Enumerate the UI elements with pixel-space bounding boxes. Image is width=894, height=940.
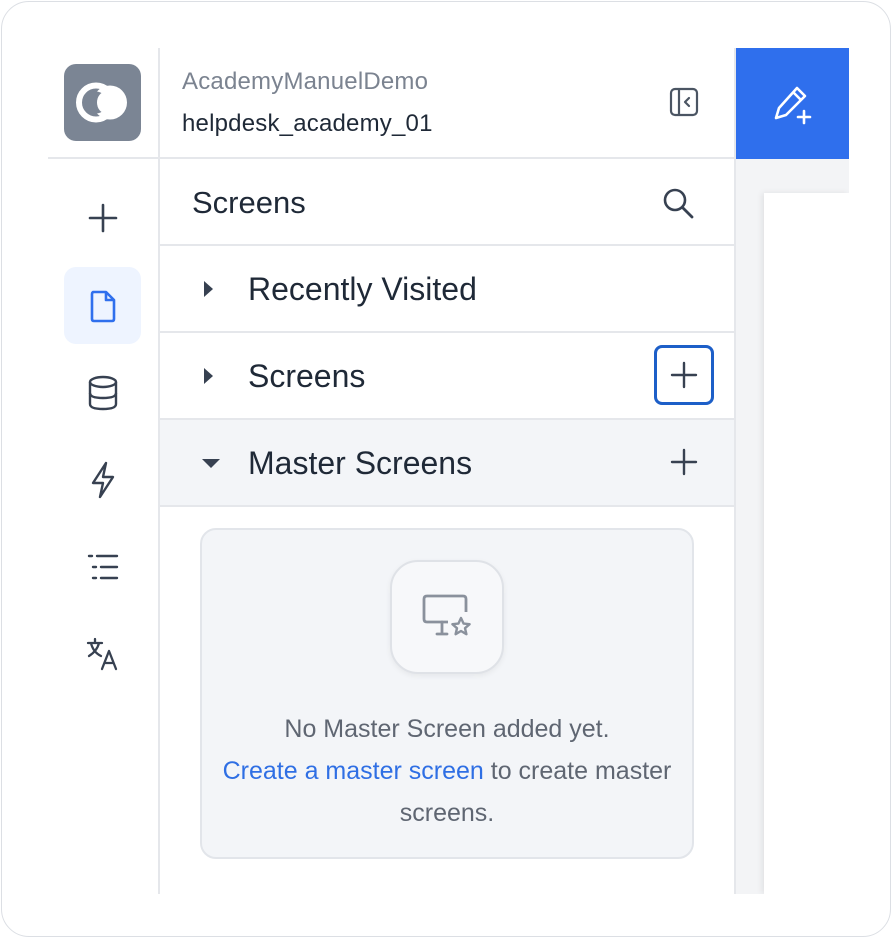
left-rail <box>48 48 160 894</box>
canvas-page <box>764 193 849 894</box>
empty-state-text: No Master Screen added yet. Create a mas… <box>202 708 692 834</box>
empty-state-icon-tile <box>390 560 504 674</box>
search-icon <box>663 188 694 219</box>
app-window: AcademyManuelDemo helpdesk_academy_01 Sc… <box>48 48 849 894</box>
lightning-icon <box>91 461 114 498</box>
org-name: AcademyManuelDemo <box>182 68 429 95</box>
list-icon <box>87 554 118 579</box>
rail-list-button[interactable] <box>64 528 141 605</box>
app-name: helpdesk_academy_01 <box>182 110 433 137</box>
collapse-sidebar-button[interactable] <box>668 86 700 118</box>
rail-screens-button[interactable] <box>64 267 141 344</box>
sidebar-collapse-icon <box>669 87 699 117</box>
app-logo[interactable] <box>64 64 141 141</box>
caret-right-icon <box>204 368 213 384</box>
window-frame: AcademyManuelDemo helpdesk_academy_01 Sc… <box>1 1 891 937</box>
edit-add-button[interactable] <box>736 48 849 159</box>
add-master-screen-button[interactable] <box>654 432 714 492</box>
panel-title: Screens <box>192 185 306 220</box>
rail-actions-button[interactable] <box>64 441 141 518</box>
create-master-screen-link[interactable]: Create a master screen <box>223 757 484 785</box>
file-icon <box>90 290 115 322</box>
section-master-screens[interactable]: Master Screens <box>160 420 734 507</box>
plus-icon <box>670 361 698 389</box>
rail-translate-button[interactable] <box>64 615 141 692</box>
monitor-star-icon <box>422 594 471 636</box>
rail-database-button[interactable] <box>64 354 141 431</box>
edit-plus-icon <box>774 86 811 124</box>
panel-title-row: Screens <box>160 159 734 246</box>
section-label: Screens <box>248 358 366 394</box>
translate-icon <box>86 637 117 670</box>
database-icon <box>88 375 117 410</box>
canvas-area <box>736 48 849 894</box>
caret-right-icon <box>204 281 213 297</box>
caret-down-icon <box>202 459 220 468</box>
rail-add-button[interactable] <box>64 179 141 256</box>
section-label: Master Screens <box>248 445 473 481</box>
plus-icon <box>670 448 698 476</box>
rail-header <box>48 48 160 159</box>
section-label: Recently Visited <box>248 271 477 307</box>
plus-icon <box>88 203 117 232</box>
project-header: AcademyManuelDemo helpdesk_academy_01 <box>160 48 734 159</box>
search-button[interactable] <box>660 185 696 221</box>
empty-state-card: No Master Screen added yet. Create a mas… <box>200 528 694 859</box>
section-recently-visited[interactable]: Recently Visited <box>160 246 734 333</box>
add-screen-button[interactable] <box>654 345 714 405</box>
screens-panel: AcademyManuelDemo helpdesk_academy_01 Sc… <box>160 48 736 894</box>
empty-state-hint: Create a master screen to create master … <box>202 750 692 834</box>
empty-state-message: No Master Screen added yet. <box>284 715 610 743</box>
logo-icon <box>76 82 127 123</box>
section-screens[interactable]: Screens <box>160 333 734 420</box>
